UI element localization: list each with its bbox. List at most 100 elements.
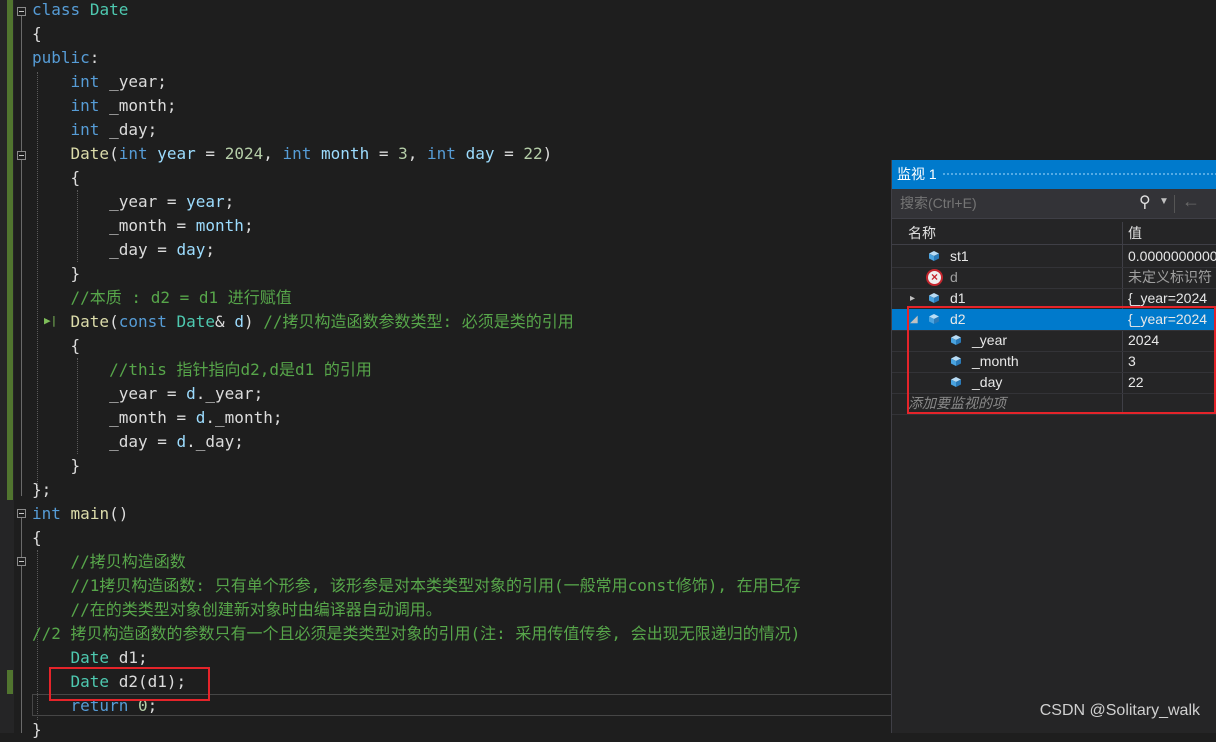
code-token: { bbox=[32, 528, 42, 547]
code-line[interactable]: //本质 : d2 = d1 进行赋值 bbox=[32, 286, 292, 310]
watermark: CSDN @Solitary_walk bbox=[1039, 702, 1200, 719]
code-token: _month; bbox=[99, 96, 177, 115]
fold-line bbox=[21, 16, 22, 496]
code-token: day bbox=[465, 144, 495, 163]
code-line[interactable]: public: bbox=[32, 46, 99, 70]
code-token: //2 拷贝构造函数的参数只有一个且必须是类类型对象的引用(注: 采用传值传参,… bbox=[32, 624, 801, 643]
code-token: = bbox=[195, 144, 225, 163]
code-token: //拷贝构造函数参数类型: 必须是类的引用 bbox=[263, 312, 574, 331]
code-token: d1; bbox=[109, 648, 148, 667]
code-token: int bbox=[32, 504, 61, 523]
code-token: month bbox=[321, 144, 370, 163]
code-line[interactable]: _year = d._year; bbox=[32, 382, 263, 406]
code-line[interactable]: _month = month; bbox=[32, 214, 254, 238]
code-line[interactable]: _year = year; bbox=[32, 190, 234, 214]
chevron-down-icon[interactable]: ▼ bbox=[1159, 196, 1169, 207]
collapse-icon[interactable] bbox=[17, 509, 26, 518]
watch-item-name: d bbox=[950, 269, 958, 285]
code-token: 3 bbox=[398, 144, 408, 163]
code-token: } bbox=[32, 720, 42, 739]
code-line[interactable]: { bbox=[32, 526, 42, 550]
code-line[interactable]: int _year; bbox=[32, 70, 167, 94]
watch-row[interactable]: st1 0.000000000000 bbox=[892, 246, 1216, 268]
code-line[interactable]: _day = day; bbox=[32, 238, 215, 262]
code-token: ) bbox=[542, 144, 553, 163]
code-token: { bbox=[32, 336, 81, 355]
code-token: day bbox=[176, 240, 206, 259]
code-line[interactable]: } bbox=[32, 262, 81, 286]
code-token: int bbox=[118, 144, 148, 163]
code-token: Date bbox=[176, 312, 216, 331]
code-token: ( bbox=[109, 312, 119, 331]
code-line[interactable]: { bbox=[32, 334, 81, 358]
watch-item-value: 0.000000000000 bbox=[1128, 248, 1216, 264]
watch-row[interactable]: × d 未定义标识符 bbox=[892, 267, 1216, 289]
collapse-icon[interactable] bbox=[17, 7, 26, 16]
code-token: year bbox=[186, 192, 225, 211]
code-token: ._day; bbox=[186, 432, 244, 451]
back-arrow-icon[interactable]: ← bbox=[1182, 191, 1200, 212]
code-line[interactable]: _month = d._month; bbox=[32, 406, 282, 430]
search-icon[interactable]: ⚲ bbox=[1139, 192, 1151, 212]
code-line[interactable]: Date(int year = 2024, int month = 3, int… bbox=[32, 142, 553, 166]
code-token: _day; bbox=[99, 120, 158, 139]
code-line[interactable]: { bbox=[32, 22, 42, 46]
code-line[interactable]: //this 指针指向d2,d是d1 的引用 bbox=[32, 358, 372, 382]
code-line[interactable]: int _month; bbox=[32, 94, 177, 118]
highlight-box-d2-members bbox=[907, 306, 1216, 414]
code-line[interactable]: } bbox=[32, 454, 81, 478]
code-token: Date bbox=[70, 144, 110, 163]
code-line[interactable]: //拷贝构造函数 bbox=[32, 550, 186, 574]
watch-titlebar[interactable]: 监视 1 bbox=[892, 160, 1216, 189]
code-line[interactable]: class Date bbox=[32, 0, 128, 22]
code-token: //在的类类型对象创建新对象时由编译器自动调用。 bbox=[70, 600, 442, 619]
code-token: month bbox=[195, 216, 244, 235]
change-marker bbox=[7, 0, 13, 500]
column-name-header[interactable]: 名称 bbox=[908, 222, 936, 244]
code-token: d bbox=[186, 384, 196, 403]
code-token: Date bbox=[89, 0, 129, 19]
code-token: , bbox=[263, 144, 283, 163]
watch-window[interactable]: 监视 1 ⚲ ▼ ← 名称 值 st1 0.000000000000 × d 未定义标识… bbox=[891, 160, 1216, 733]
code-token: Date bbox=[70, 312, 110, 331]
code-token: } bbox=[32, 456, 81, 475]
collapse-icon[interactable] bbox=[17, 557, 26, 566]
code-token: public bbox=[32, 48, 90, 67]
code-token: class bbox=[32, 0, 81, 19]
code-token: int bbox=[70, 96, 100, 115]
code-token: ; bbox=[243, 216, 254, 235]
watch-item-name: st1 bbox=[950, 248, 969, 264]
code-line[interactable]: _day = d._day; bbox=[32, 430, 244, 454]
watch-item-value: 未定义标识符 bbox=[1128, 269, 1212, 285]
code-line[interactable]: //2 拷贝构造函数的参数只有一个且必须是类类型对象的引用(注: 采用传值传参,… bbox=[32, 622, 800, 646]
code-token: _day = bbox=[32, 240, 177, 259]
code-line[interactable]: } bbox=[32, 718, 42, 742]
code-token: Date bbox=[70, 648, 110, 667]
code-token: } bbox=[32, 264, 81, 283]
drag-grip[interactable] bbox=[942, 172, 1216, 177]
code-line[interactable]: }; bbox=[32, 478, 51, 502]
collapse-icon[interactable] bbox=[17, 151, 26, 160]
error-icon: × bbox=[926, 269, 943, 286]
code-line[interactable]: int _day; bbox=[32, 118, 158, 142]
watch-search-input[interactable] bbox=[894, 191, 1146, 215]
code-token: { bbox=[32, 24, 42, 43]
code-token: ._month; bbox=[205, 408, 283, 427]
code-line[interactable]: int main() bbox=[32, 502, 128, 526]
code-token: //本质 : d2 = d1 进行赋值 bbox=[70, 288, 292, 307]
code-token: d bbox=[176, 432, 187, 451]
code-line[interactable]: //在的类类型对象创建新对象时由编译器自动调用。 bbox=[32, 598, 442, 622]
code-line[interactable]: Date(const Date& d) //拷贝构造函数参数类型: 必须是类的引… bbox=[32, 310, 574, 334]
column-value-header[interactable]: 值 bbox=[1128, 222, 1142, 244]
code-line[interactable]: //1拷贝构造函数: 只有单个形参, 该形参是对本类类型对象的引用(一般常用co… bbox=[32, 574, 801, 598]
code-token: int bbox=[70, 72, 100, 91]
code-line[interactable]: { bbox=[32, 166, 81, 190]
